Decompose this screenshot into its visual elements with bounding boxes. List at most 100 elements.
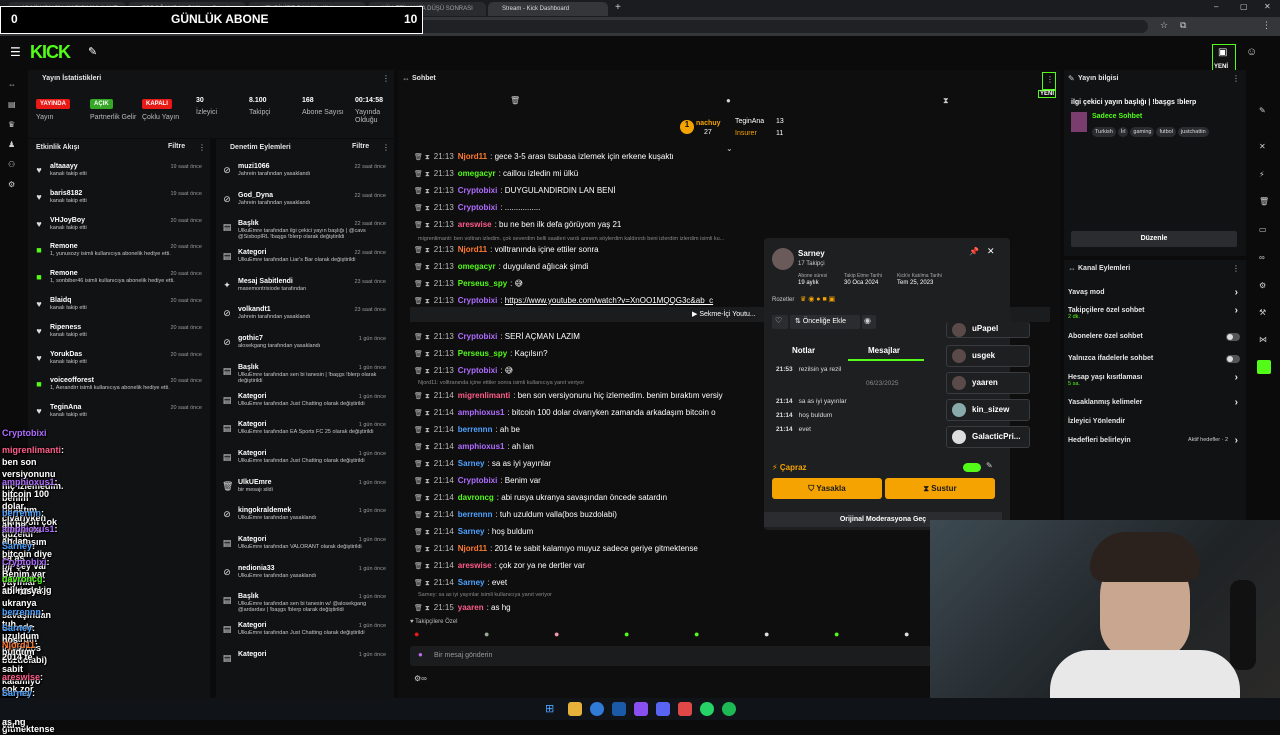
moderation-item[interactable]: ▤ Kategori UlkuEmre tarafından Just Chatti… xyxy=(216,393,394,422)
chat-mod-icons[interactable]: 🗑 ⧗ xyxy=(414,546,430,553)
moderation-filter-button[interactable]: Filtre xyxy=(352,143,369,150)
chat-mod-icons[interactable]: 🗑 ⧗ xyxy=(414,410,430,417)
watch-button[interactable]: ◉ xyxy=(862,315,876,329)
dashboard-icon[interactable]: ▤ xyxy=(8,100,16,109)
spotify-icon[interactable] xyxy=(722,702,736,716)
app-icon[interactable] xyxy=(634,702,648,716)
chat-username[interactable]: omegacyr xyxy=(458,169,496,178)
chat-mod-icons[interactable]: 🗑 ⧗ xyxy=(414,205,430,212)
active-tool-button[interactable] xyxy=(1257,360,1271,374)
chat-username[interactable]: Sarney xyxy=(458,459,485,468)
browser-tab-active[interactable]: Stream - Kick Dashboard xyxy=(488,2,608,16)
expand-icon[interactable]: ⇔ xyxy=(1068,264,1076,273)
maximize-icon[interactable]: ▢ xyxy=(1240,2,1248,11)
chat-username[interactable]: Perseus_spy xyxy=(458,349,507,358)
emote-icon[interactable]: ● xyxy=(764,629,769,639)
emote-icon[interactable]: ● xyxy=(694,629,699,639)
settings-icon[interactable]: ⚙ xyxy=(8,180,15,189)
chat-menu-button[interactable]: ⋮ xyxy=(1042,72,1056,90)
emote-icon[interactable]: ● xyxy=(834,629,839,639)
activity-item[interactable]: ■ Remone 1, sonbiber46 isimli kullanıcıya … xyxy=(28,270,210,297)
chat-mod-icons[interactable]: 🗑 ⧗ xyxy=(414,393,430,400)
chat-mod-icons[interactable]: 🗑 ⧗ xyxy=(414,171,430,178)
moderation-item[interactable]: ▤ Başlık UlkuEmre tarafından sen bi tanesi… xyxy=(216,364,394,393)
chat-message[interactable]: 🗑 ⧗ 21:14 berrennn: ah be xyxy=(414,423,759,440)
chat-username[interactable]: Cryptobixi xyxy=(458,332,498,341)
chat-username[interactable]: amphioxus1 xyxy=(458,442,505,451)
pencil-icon[interactable]: ✎ xyxy=(1068,74,1075,83)
chat-message[interactable]: 🗑 ⧗ 21:14 Njord11: 2014 te sabit kalamıyo … xyxy=(414,542,759,559)
chat-username[interactable]: Sarney xyxy=(458,527,485,536)
chat-timer-icon[interactable]: ⧗ xyxy=(943,96,949,106)
favorite-button[interactable]: ♡ xyxy=(772,315,788,329)
channel-action-item[interactable]: Yalnızca ifadelerle sohbet xyxy=(1068,355,1240,363)
channel-action-item[interactable]: Hedefleri belirleyin Aktif hedefler · 2 › xyxy=(1068,435,1240,446)
moderation-item[interactable]: ⊘ volkandt1 Jahrein tarafından yasaklandı 2… xyxy=(216,306,394,335)
moderation-item[interactable]: ▤ Kategori UlkuEmre tarafından EA Sports F… xyxy=(216,421,394,450)
channel-action-item[interactable]: Abonelere özel sohbet xyxy=(1068,333,1240,341)
chat-username[interactable]: Cryptobixi xyxy=(458,476,498,485)
stats-menu-icon[interactable]: ⋮ xyxy=(382,74,390,83)
chat-username[interactable]: Njord11 xyxy=(458,544,487,553)
user-list-item[interactable]: GalacticPri... xyxy=(946,426,1030,448)
chat-mod-icons[interactable]: 🗑 ⧗ xyxy=(414,281,430,288)
start-icon[interactable]: ⊞ xyxy=(545,702,554,715)
chat-username[interactable]: Njord11 xyxy=(458,152,487,161)
folder-icon[interactable] xyxy=(568,702,582,716)
moderation-item[interactable]: ▤ Kategori UlkuEmre tarafından VALORANT ol… xyxy=(216,536,394,565)
menu-icon[interactable]: ⋮ xyxy=(1262,20,1271,31)
edge-icon[interactable] xyxy=(590,702,604,716)
channel-action-item[interactable]: Hesap yaşı kısıtlaması 5 sa. › xyxy=(1068,372,1240,387)
chat-message[interactable]: 🗑 ⧗ 21:14 Sarney: hoş buldum xyxy=(414,525,759,542)
moderation-item[interactable]: ⊘ kingokraldemek UlkuEmre tarafından yasak… xyxy=(216,507,394,536)
link-icon[interactable]: ∞ xyxy=(1259,253,1265,262)
chat-message[interactable]: 🗑 ⧗ 21:14 Sarney: evet xyxy=(414,576,759,593)
chat-message[interactable]: 🗑 ⧗ 21:14 Cryptobixi: Benim var xyxy=(414,474,759,491)
edit-stream-info-button[interactable]: Düzenle xyxy=(1071,231,1237,247)
chat-mod-icons[interactable]: 🗑 ⧗ xyxy=(414,334,430,341)
chat-message[interactable]: 🗑 ⧗ 21:13 Njord11: gece 3-5 arası tsubasa … xyxy=(414,150,759,167)
chat-mod-icons[interactable]: 🗑 ⧗ xyxy=(414,512,430,519)
activity-item[interactable]: ♥ baris8182 kanalı takip etti 19 saat önce xyxy=(28,190,210,217)
chat-message[interactable]: 🗑 ⧗ 21:14 migrenlimanti: ben son versiyonu… xyxy=(414,389,759,406)
moderation-item[interactable]: ⊘ nedionia33 UlkuEmre tarafından yasakland… xyxy=(216,565,394,594)
emote-icon[interactable]: ● xyxy=(624,629,629,639)
chat-message[interactable]: 🗑 ⧗ 21:15 yaaren: as hg xyxy=(414,601,759,618)
stream-info-menu-icon[interactable]: ⋮ xyxy=(1232,74,1240,83)
chat-mod-icons[interactable]: 🗑 ⧗ xyxy=(414,247,430,254)
chat-message[interactable]: 🗑 ⧗ 21:13 Perseus_spy: Kaçılsın? xyxy=(414,347,759,364)
ban-button[interactable]: ⛉ Yasakla xyxy=(772,478,882,499)
chevron-right-icon[interactable]: › xyxy=(1235,372,1238,383)
share-icon[interactable]: ⋈ xyxy=(1259,335,1267,344)
chat-mod-icons[interactable]: 🗑 ⧗ xyxy=(414,427,430,434)
priority-button[interactable]: ⇅ Önceliğe Ekle xyxy=(790,315,860,329)
user-list-item[interactable]: kin_sizew xyxy=(946,399,1030,421)
bolt-icon[interactable]: ⚡ xyxy=(1259,170,1265,179)
chat-expand-icon[interactable]: ⇔ xyxy=(402,74,410,83)
trash-icon[interactable]: 🗑 xyxy=(1259,197,1269,206)
chevron-right-icon[interactable]: › xyxy=(1235,435,1238,446)
chevron-right-icon[interactable]: › xyxy=(1235,397,1238,408)
users-icon[interactable]: ♟ xyxy=(8,140,15,149)
pin-icon[interactable]: 📌 xyxy=(969,247,979,256)
chat-message[interactable]: 🗑 ⧗ 21:14 Sarney: sa as iyi yayınlar xyxy=(414,457,759,474)
action-toggle[interactable] xyxy=(963,463,981,472)
chat-mod-icons[interactable]: 🗑 ⧗ xyxy=(414,298,430,305)
chat-bubble-icon[interactable]: ● xyxy=(726,96,731,105)
tab-messages[interactable]: Mesajlar xyxy=(868,346,900,355)
activity-item[interactable]: ♥ YorukDas kanalı takip etti 20 saat önce xyxy=(28,351,210,378)
chat-username[interactable]: Perseus_spy xyxy=(458,279,507,288)
chat-mod-icons[interactable]: 🗑 ⧗ xyxy=(414,154,430,161)
chat-mod-icons[interactable]: 🗑 ⧗ xyxy=(414,461,430,468)
chat-username[interactable]: Njord11 xyxy=(458,245,487,254)
activity-menu-icon[interactable]: ⋮ xyxy=(198,143,206,152)
activity-item[interactable]: ♥ Ripeness kanalı takip etti 20 saat önce xyxy=(28,324,210,351)
hamburger-icon[interactable]: ☰ xyxy=(10,45,21,59)
chat-message[interactable]: 🗑 ⧗ 21:14 amphioxus1: ah lan xyxy=(414,440,759,457)
moderation-item[interactable]: ⊘ God_Dyna Jahrein tarafından yasaklandı 22… xyxy=(216,192,394,221)
activity-item[interactable]: ♥ TeginAna kanalı takip etti 20 saat önce xyxy=(28,404,210,431)
extensions-icon[interactable]: ⧉ xyxy=(1180,20,1186,31)
chevron-right-icon[interactable]: › xyxy=(1235,305,1238,316)
tools-icon[interactable]: ✎ xyxy=(88,45,97,58)
chat-trash-icon[interactable]: 🗑 xyxy=(510,96,520,105)
